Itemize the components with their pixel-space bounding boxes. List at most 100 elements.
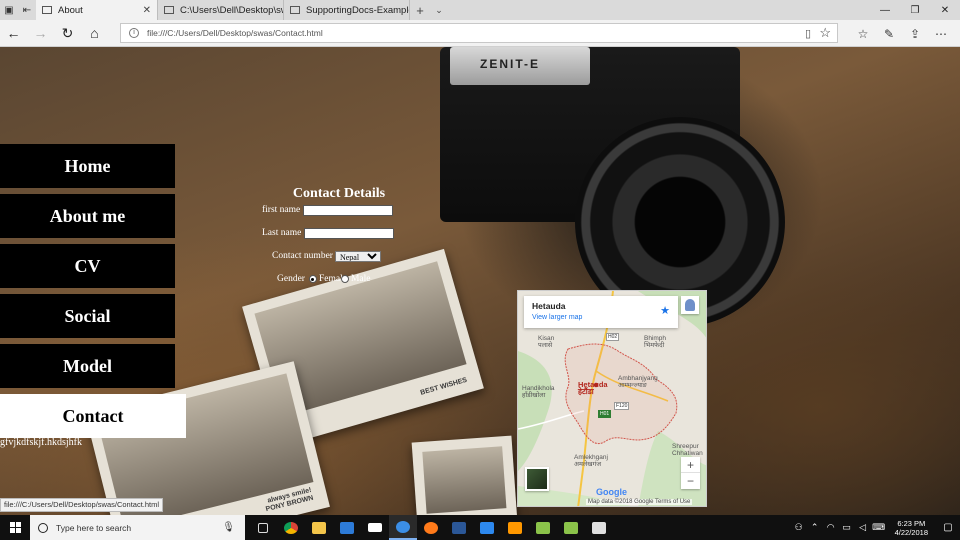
keyboard-icon[interactable]: ⌨ <box>871 522 887 533</box>
search-circle-icon <box>38 522 48 533</box>
nav-contact[interactable]: Contact <box>0 394 186 438</box>
tab-preview-icon[interactable]: ▣ <box>0 0 18 20</box>
chevron-up-icon[interactable]: ⌃ <box>807 522 823 533</box>
tab-about[interactable]: About ✕ <box>36 0 158 20</box>
address-bar[interactable]: i file:///C:/Users/Dell/Desktop/swas/Con… <box>120 23 838 43</box>
navigation-bar: ← → ↻ ⌂ i file:///C:/Users/Dell/Desktop/… <box>0 20 960 47</box>
page-icon <box>290 6 300 14</box>
store-icon[interactable] <box>333 515 361 540</box>
tab-supporting-docs[interactable]: SupportingDocs-Example-1 <box>284 0 410 20</box>
mail-icon[interactable] <box>361 515 389 540</box>
zoom-out-button[interactable]: − <box>681 473 700 489</box>
tab-title: About <box>58 4 83 16</box>
save-star-icon[interactable]: ★ <box>660 304 670 317</box>
gender-label: Gender <box>277 274 305 284</box>
nav-about-me[interactable]: About me <box>0 194 175 238</box>
map-label-ambhanjyang: Ambhanjyang आम्भन्ज्याङ <box>618 375 658 389</box>
back-arrow-icon[interactable]: ← <box>0 20 27 47</box>
postcard-caption: BEST WISHES <box>419 376 468 397</box>
info-icon[interactable]: i <box>129 28 139 38</box>
nav-social[interactable]: Social <box>0 294 175 338</box>
taskbar: Type here to search 🎙 ⚇ ⌃ ◠ ▭ ◁ ⌨ 6:23 P… <box>0 515 960 540</box>
tab-title: SupportingDocs-Example-1 <box>306 4 409 16</box>
home-icon[interactable]: ⌂ <box>81 20 108 47</box>
edge-icon[interactable] <box>389 515 417 540</box>
action-center-icon[interactable]: ▢ <box>936 522 960 533</box>
reading-view-icon[interactable]: ▯ <box>805 27 811 40</box>
volume-icon[interactable]: ◁ <box>855 522 871 533</box>
address-url[interactable]: file:///C:/Users/Dell/Desktop/swas/Conta… <box>147 28 323 38</box>
wifi-icon[interactable]: ◠ <box>823 522 839 533</box>
close-tab-icon[interactable]: ✕ <box>137 5 151 16</box>
camera-brand: ZENIT-E <box>480 57 541 71</box>
frog-app-icon[interactable] <box>529 515 557 540</box>
nav-home[interactable]: Home <box>0 144 175 188</box>
stamp-photo <box>411 435 519 515</box>
sublime-icon[interactable] <box>501 515 529 540</box>
gender-row: Gender Female Male <box>277 271 420 287</box>
word-icon[interactable] <box>445 515 473 540</box>
country-select[interactable]: Nepal <box>334 250 381 262</box>
google-logo: Google <box>596 487 627 497</box>
female-radio[interactable] <box>308 275 317 283</box>
share-icon[interactable]: ⇪ <box>902 20 928 47</box>
contact-form: Contact Details first name Last name Con… <box>240 186 420 287</box>
map-label-amlekhganj: Amlekhganj अमलेखगंज <box>574 454 608 468</box>
nav-model[interactable]: Model <box>0 344 175 388</box>
battery-icon[interactable]: ▭ <box>839 522 855 533</box>
footer-text: gfvjkdfskjf.hkdsjhfk <box>0 437 82 448</box>
chevron-down-icon[interactable]: ⌄ <box>430 5 448 16</box>
chrome-icon[interactable] <box>277 515 305 540</box>
more-icon[interactable]: ⋯ <box>928 20 954 47</box>
forward-arrow-icon[interactable]: → <box>27 20 54 47</box>
minimize-icon[interactable]: — <box>870 0 900 20</box>
last-name-input[interactable] <box>304 227 395 239</box>
people-icon[interactable]: ⚇ <box>791 522 807 533</box>
task-view-icon[interactable] <box>249 515 277 540</box>
frog-app-2-icon[interactable] <box>557 515 585 540</box>
embedded-map[interactable]: Hetauda View larger map ★ Kisan पलासे Bh… <box>517 290 707 507</box>
restore-icon[interactable]: ❐ <box>900 0 930 20</box>
microphone-icon[interactable]: 🎙 <box>222 522 235 533</box>
map-place-name: Hetauda <box>532 301 566 311</box>
clock[interactable]: 6:23 PM 4/22/2018 <box>895 519 928 537</box>
file-explorer-icon[interactable] <box>305 515 333 540</box>
status-url-tooltip: file:///C:/Users/Dell/Desktop/swas/Conta… <box>0 498 164 512</box>
tab-bar: ▣ ⇤ About ✕ C:\Users\Dell\Desktop\swas S… <box>0 0 960 20</box>
map-label-shreepur: Shreepur Chhatiwan <box>672 443 703 457</box>
close-window-icon[interactable]: ✕ <box>930 0 960 20</box>
set-aside-tabs-icon[interactable]: ⇤ <box>18 0 36 20</box>
page-icon <box>42 6 52 14</box>
firefox-icon[interactable] <box>417 515 445 540</box>
map-label-handikhola: Handikhola हाँडीखोला <box>522 385 555 399</box>
nav-cv[interactable]: CV <box>0 244 175 288</box>
toolbar-buttons: ☆ ✎ ⇪ ⋯ <box>850 20 954 47</box>
favorite-star-icon[interactable]: ☆ <box>819 25 831 41</box>
map-attribution[interactable]: Map data ©2018 Google Terms of Use <box>586 499 693 505</box>
camera-top-plate: ZENIT-E <box>450 47 590 85</box>
satellite-toggle[interactable] <box>525 467 549 491</box>
pen-icon[interactable]: ✎ <box>876 20 902 47</box>
window-controls: — ❐ ✕ <box>870 0 960 20</box>
pegman-icon[interactable] <box>681 296 699 314</box>
map-place-card: Hetauda View larger map ★ <box>524 296 678 328</box>
favorites-hub-icon[interactable]: ☆ <box>850 20 876 47</box>
refresh-icon[interactable]: ↻ <box>54 20 81 47</box>
tab-title: C:\Users\Dell\Desktop\swas <box>180 4 283 16</box>
zoom-in-button[interactable]: + <box>681 457 700 473</box>
male-label: Male <box>350 274 371 284</box>
road-badge-h01: H01 <box>598 410 612 418</box>
windows-logo-icon[interactable] <box>0 515 30 540</box>
view-larger-map-link[interactable]: View larger map <box>532 314 670 321</box>
new-tab-icon[interactable]: + <box>410 3 430 18</box>
tab-folder[interactable]: C:\Users\Dell\Desktop\swas <box>158 0 284 20</box>
male-radio[interactable] <box>340 275 349 283</box>
taskbar-search[interactable]: Type here to search 🎙 <box>30 515 245 540</box>
map-label-palase: Kisan पलासे <box>538 335 555 349</box>
system-tray: ⚇ ⌃ ◠ ▭ ◁ ⌨ 6:23 PM 4/22/2018 ▢ <box>791 515 960 540</box>
app-window-icon[interactable] <box>473 515 501 540</box>
search-placeholder: Type here to search <box>56 522 132 533</box>
first-name-input[interactable] <box>303 204 394 216</box>
clock-time: 6:23 PM <box>897 518 926 528</box>
photos-icon[interactable] <box>585 515 613 540</box>
